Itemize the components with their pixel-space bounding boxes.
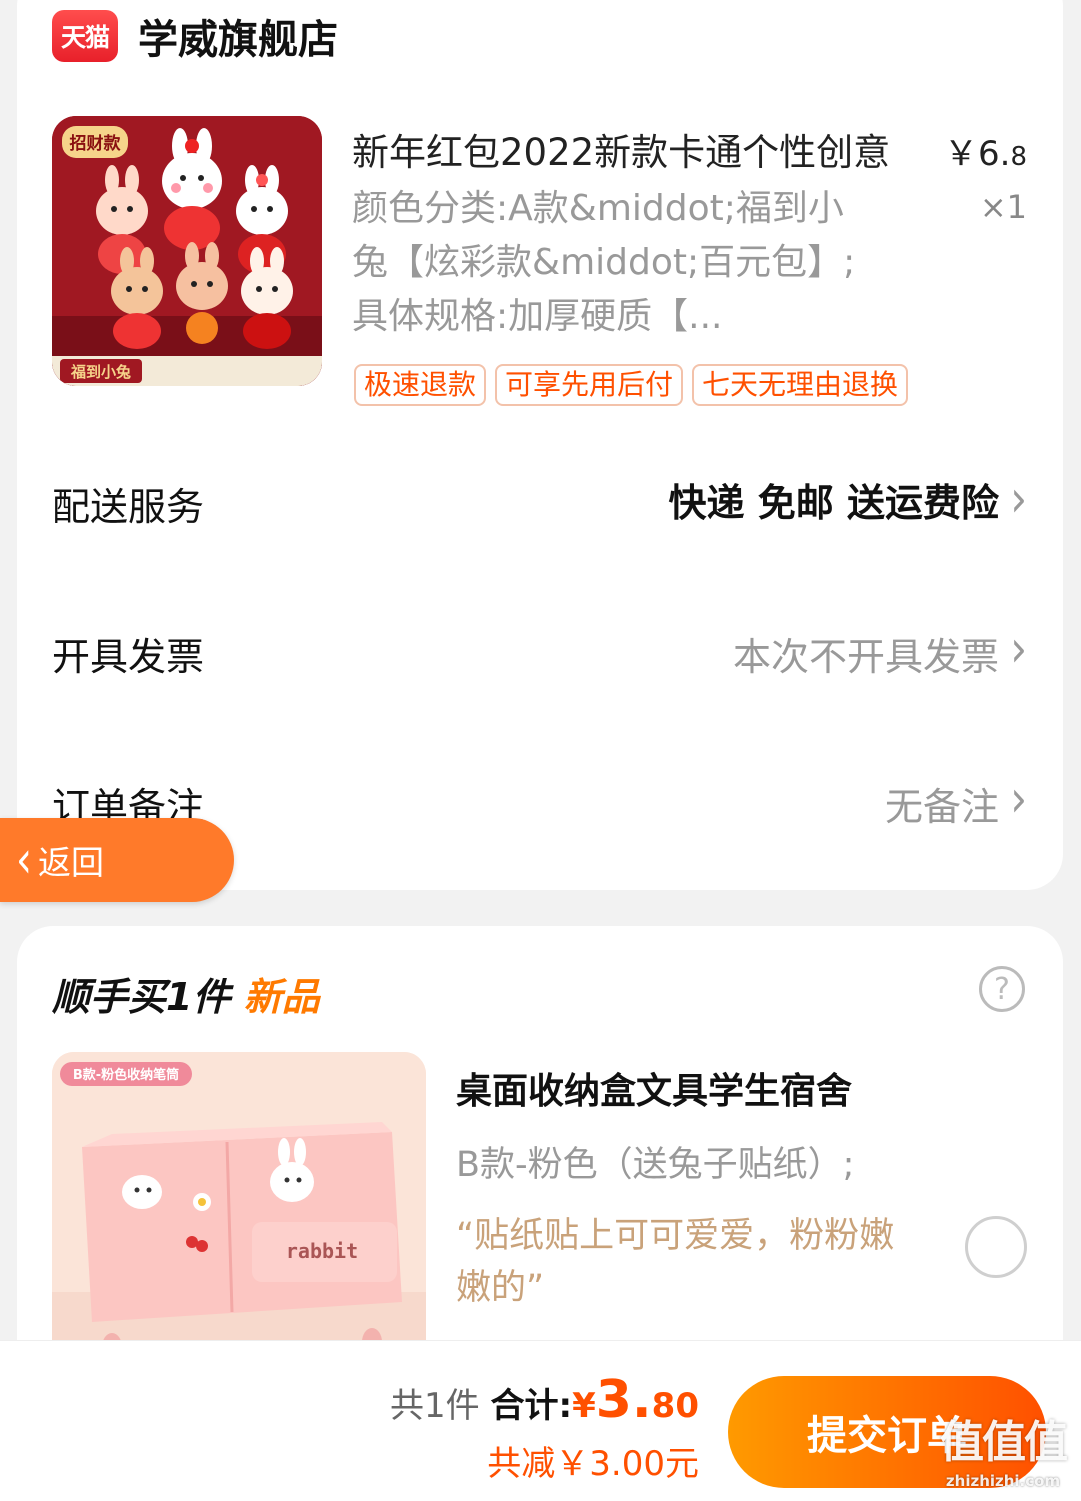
invoice-value[interactable]: 本次不开具发票	[733, 626, 999, 681]
tag-fast-refund: 极速退款	[354, 364, 487, 406]
image-top-badge: 招财款	[70, 133, 122, 154]
product-image[interactable]: 招财款 福到小兔	[52, 116, 322, 386]
add-on-header-prefix: 顺手买1件	[52, 975, 231, 1019]
tmall-logo: 天猫	[52, 10, 118, 62]
price-decimal: 8	[1010, 142, 1027, 172]
store-name[interactable]: 学威旗舰店	[138, 7, 338, 65]
delivery-label: 配送服务	[52, 485, 205, 529]
watermark-sub: zhizhizhi.com	[945, 1472, 1061, 1490]
red-envelope-rabbit-image: 招财款 福到小兔	[52, 116, 322, 386]
product-spec[interactable]: 颜色分类:A款&middot;福到小兔【炫彩款&middot;百元包】;具体规格…	[352, 182, 872, 344]
invoice-chevron-icon[interactable]: ›	[1010, 623, 1027, 674]
total-price: ¥3.80	[572, 1370, 699, 1430]
tag-pay-later: 可享先用后付	[495, 364, 684, 406]
service-tags: 极速退款 可享先用后付 七天无理由退换	[354, 364, 909, 406]
total-currency: ¥	[572, 1386, 596, 1426]
add-on-header: 顺手买1件 新品	[52, 966, 320, 1021]
add-on-image-text: rabbit	[286, 1239, 358, 1263]
total-line: 共1件 合计:¥3.80	[390, 1370, 699, 1430]
total-dec: 80	[651, 1386, 699, 1426]
remark-value[interactable]: 无备注	[885, 776, 999, 831]
product-quantity: ×1	[979, 188, 1027, 226]
add-on-image-badge: B款-粉色收纳笔筒	[73, 1067, 179, 1083]
image-badge: 福到小兔	[70, 363, 131, 381]
add-on-review-quote: “贴纸贴上可可爱爱，粉粉嫩嫩的”	[456, 1216, 895, 1308]
total-int: 3.	[595, 1370, 652, 1430]
back-button-label: 返回	[38, 843, 104, 882]
delivery-chevron-icon[interactable]: ›	[1010, 473, 1027, 524]
discount-total: 共减￥3.00元	[487, 1444, 699, 1484]
add-on-spec[interactable]: B款-粉色（送兔子贴纸）;	[456, 1136, 854, 1187]
watermark: 值值值 zhizhizhi.com	[933, 1414, 1073, 1496]
invoice-label: 开具发票	[52, 635, 205, 679]
item-count: 共1件	[390, 1386, 480, 1426]
delivery-value[interactable]: 快递 免邮 送运费险	[669, 472, 999, 527]
store-header[interactable]: 天猫 学威旗舰店	[52, 8, 338, 64]
help-icon[interactable]: ?	[979, 966, 1025, 1012]
pink-organizer-image: B款-粉色收纳笔筒 rabbit	[52, 1052, 426, 1362]
product-title[interactable]: 新年红包2022新款卡通个性创意	[352, 122, 890, 176]
add-on-title[interactable]: 桌面收纳盒文具学生宿舍	[456, 1062, 852, 1114]
total-label: 合计:	[490, 1386, 573, 1426]
back-button[interactable]: ‹ 返回	[0, 818, 234, 902]
product-price: ￥6.8	[944, 126, 1027, 175]
add-on-select-radio[interactable]	[965, 1216, 1027, 1278]
add-on-image[interactable]: B款-粉色收纳笔筒 rabbit	[52, 1052, 426, 1362]
chevron-left-icon: ‹	[16, 830, 32, 890]
price-main: ￥6.	[944, 134, 1011, 174]
add-on-header-highlight: 新品	[243, 975, 320, 1019]
remark-chevron-icon[interactable]: ›	[1010, 773, 1027, 824]
tag-7day-return: 七天无理由退换	[692, 364, 909, 406]
watermark-main: 值值值	[940, 1417, 1068, 1468]
